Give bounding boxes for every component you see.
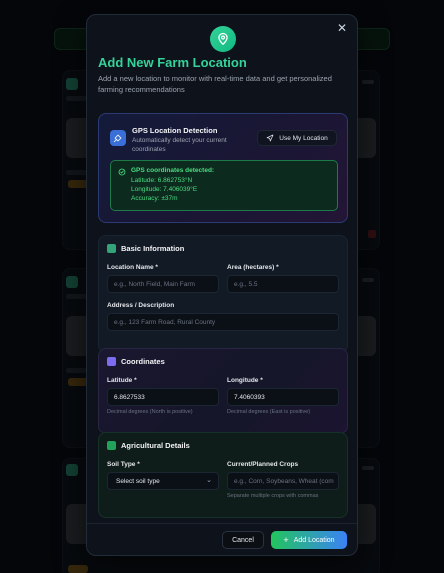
modal-subtitle: Add a new location to monitor with real-…	[98, 74, 332, 94]
crops-label: Current/Planned Crops	[227, 461, 299, 468]
use-my-location-button[interactable]: Use My Location	[257, 130, 337, 146]
location-name-input[interactable]: e.g., North Field, Main Farm	[107, 275, 219, 293]
basic-information-heading: Basic Information	[107, 244, 184, 253]
modal-footer: Cancel + Add Location	[87, 523, 357, 555]
gps-detection-card: GPS Location Detection Automatically det…	[98, 113, 348, 223]
navigation-icon	[266, 134, 274, 142]
chevron-down-icon: ⌄	[206, 477, 212, 484]
soil-type-value: Select soil type	[116, 477, 160, 485]
address-label: Address / Description	[107, 302, 175, 309]
latitude-hint: Decimal degrees (North is positive)	[107, 409, 193, 415]
address-input[interactable]: e.g., 123 Farm Road, Rural County	[107, 313, 339, 331]
modal-title: Add New Farm Location	[98, 55, 247, 70]
gps-title: GPS Location Detection	[132, 126, 218, 135]
longitude-hint: Decimal degrees (East is positive)	[227, 409, 311, 415]
add-location-label: Add Location	[293, 536, 335, 544]
area-label: Area (hectares) *	[227, 264, 279, 271]
cancel-button[interactable]: Cancel	[222, 531, 264, 549]
soil-type-label: Soil Type *	[107, 461, 140, 468]
check-circle-icon	[118, 168, 126, 176]
gps-status-heading: GPS coordinates detected:	[131, 167, 215, 174]
info-icon	[107, 244, 116, 253]
close-icon[interactable]: ✕	[335, 21, 349, 35]
add-location-button[interactable]: + Add Location	[271, 531, 347, 549]
agricultural-details-title: Agricultural Details	[121, 441, 190, 450]
crops-input[interactable]: e.g., Corn, Soybeans, Wheat (com	[227, 472, 339, 490]
map-pin-icon	[210, 26, 236, 52]
use-my-location-label: Use My Location	[279, 134, 328, 142]
longitude-input[interactable]: 7.4060393	[227, 388, 339, 406]
area-input[interactable]: e.g., 5.5	[227, 275, 339, 293]
coordinates-heading: Coordinates	[107, 357, 165, 366]
basic-information-section: Basic Information Location Name * e.g., …	[98, 235, 348, 353]
coordinates-section: Coordinates Latitude * 6.8627533 Decimal…	[98, 348, 348, 434]
add-farm-modal: ✕ Add New Farm Location Add a new locati…	[86, 14, 358, 556]
location-name-label: Location Name *	[107, 264, 158, 271]
agricultural-details-heading: Agricultural Details	[107, 441, 190, 450]
plus-icon: +	[283, 534, 289, 545]
crops-hint: Separate multiple crops with commas	[227, 493, 319, 499]
satellite-icon	[110, 130, 126, 146]
latitude-label: Latitude *	[107, 377, 137, 384]
basic-information-title: Basic Information	[121, 244, 185, 253]
gps-longitude: Longitude: 7.406039°E	[131, 186, 198, 193]
longitude-label: Longitude *	[227, 377, 263, 384]
gps-description: Automatically detect your current coordi…	[132, 137, 227, 153]
latitude-input[interactable]: 6.8627533	[107, 388, 219, 406]
soil-type-select[interactable]: Select soil type ⌄	[107, 472, 219, 490]
sprout-icon	[107, 441, 116, 450]
coordinates-title: Coordinates	[121, 357, 165, 366]
gps-accuracy: Accuracy: ±37m	[131, 195, 178, 202]
agricultural-details-section: Agricultural Details Soil Type * Select …	[98, 432, 348, 518]
gps-result-box: GPS coordinates detected: Latitude: 6.86…	[110, 160, 338, 211]
globe-icon	[107, 357, 116, 366]
gps-latitude: Latitude: 6.862753°N	[131, 177, 193, 184]
